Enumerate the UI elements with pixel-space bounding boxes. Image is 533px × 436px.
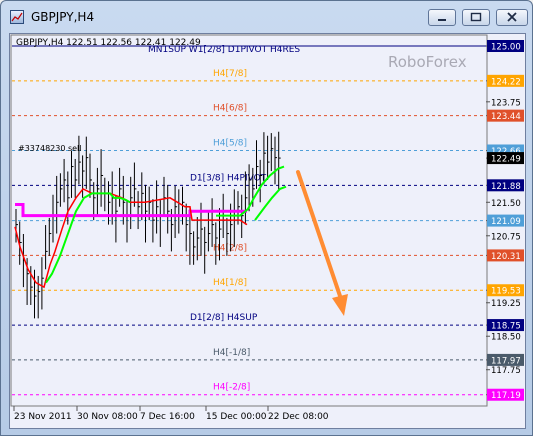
axis-label: 123.75 — [491, 98, 521, 108]
time-label: 22 Dec 08:00 — [268, 412, 329, 422]
time-label: 30 Nov 08:00 — [77, 412, 138, 422]
time-label: 7 Dec 16:00 — [140, 412, 195, 422]
axis-label: 121.50 — [491, 199, 521, 209]
order-label: #33748230 sell — [18, 144, 82, 153]
level-label: D1[3/8] H4PIVOT — [190, 173, 267, 183]
price-axis: 125.00124.22123.75123.44122.66122.49121.… — [486, 40, 524, 401]
axis-label: 117.75 — [491, 366, 521, 376]
axis-label: 123.44 — [491, 112, 521, 122]
axis-label: 118.50 — [491, 333, 521, 343]
chart-window: GBPJPY,H4 H4[7/8] H4[6/8] H4[5/8] D1[3/8] H… — [0, 0, 533, 436]
level-label: H4[1/8] — [213, 278, 247, 288]
axis-label: 120.75 — [491, 232, 521, 242]
maximize-button[interactable] — [462, 9, 490, 26]
minimize-button[interactable] — [428, 9, 456, 26]
close-button[interactable] — [496, 9, 528, 26]
axis-label: 122.49 — [491, 155, 521, 165]
axis-label: 124.22 — [491, 77, 521, 87]
chart-icon — [10, 10, 24, 24]
axis-label: 117.97 — [491, 356, 521, 366]
axis-label: 120.31 — [491, 252, 521, 262]
level-label: H4[7/8] — [213, 69, 247, 79]
level-label: H4[5/8] — [213, 138, 247, 148]
header-levels-label: MN1SUP W1[2/8] D1PIVOT H4RES — [148, 45, 300, 55]
axis-label: 118.75 — [491, 322, 521, 332]
price-chart[interactable]: H4[7/8] H4[6/8] H4[5/8] D1[3/8] H4PIVOT H4[2… — [10, 34, 525, 428]
level-label: H4[-2/8] — [213, 383, 250, 393]
time-label: 15 Dec 00:00 — [206, 412, 267, 422]
chart-area[interactable]: H4[7/8] H4[6/8] H4[5/8] D1[3/8] H4PIVOT H4[2… — [9, 33, 526, 429]
axis-label: 125.00 — [491, 43, 521, 53]
title-bar[interactable]: GBPJPY,H4 — [1, 1, 532, 33]
level-label: D1[2/8] H4SUP — [190, 313, 258, 323]
axis-label: 121.09 — [491, 217, 521, 227]
axis-label: 119.25 — [491, 299, 521, 309]
level-label: H4[-1/8] — [213, 348, 250, 358]
time-label: 23 Nov 2011 — [14, 412, 72, 422]
window-title: GBPJPY,H4 — [31, 10, 95, 24]
time-axis: 23 Nov 2011 30 Nov 08:00 7 Dec 16:00 15 Dec… — [13, 406, 329, 422]
axis-label: 121.88 — [491, 182, 521, 192]
level-label: H4[2/8] — [213, 243, 247, 253]
axis-label: 119.53 — [491, 287, 521, 297]
level-label: H4[6/8] — [213, 104, 247, 114]
watermark: RoboForex — [388, 53, 467, 71]
axis-label: 117.19 — [491, 391, 521, 401]
